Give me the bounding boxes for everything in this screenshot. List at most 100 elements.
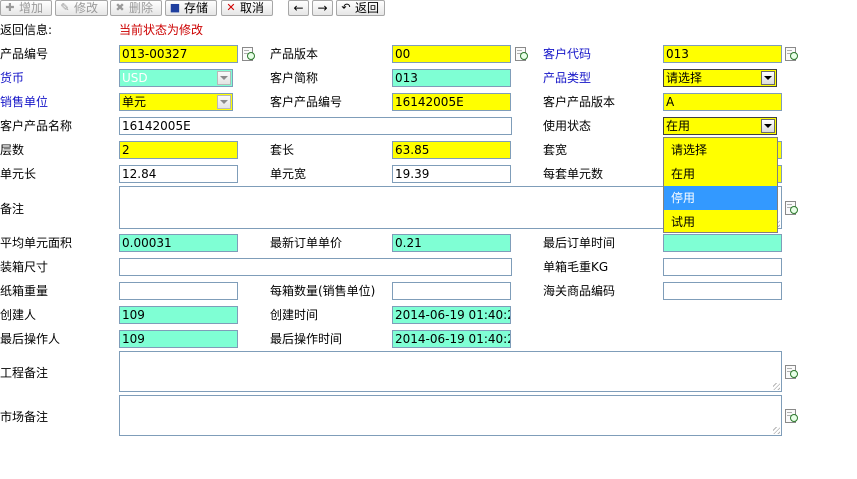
customer-code-field[interactable]: 013 [663, 45, 782, 63]
last-operation-time-field[interactable]: 2014-06-19 01:40:24 [392, 330, 511, 348]
save-button[interactable]: ■ 存储 [165, 0, 217, 16]
lookup-icon[interactable] [514, 47, 528, 61]
market-remarks-label: 市场备注 [0, 410, 49, 424]
lookup-icon[interactable] [784, 47, 798, 61]
customer-short-name-label: 客户简称 [270, 71, 319, 85]
product-type-select[interactable]: 请选择 [663, 69, 777, 87]
unit-width-field[interactable]: 19.39 [392, 165, 511, 183]
customer-code-label: 客户代码 [543, 47, 592, 61]
qty-per-carton-field[interactable] [392, 282, 511, 300]
customs-code-field[interactable] [663, 282, 782, 300]
usage-status-select[interactable]: 在用 [663, 117, 777, 135]
usage-status-label: 使用状态 [543, 119, 592, 133]
delete-button[interactable]: ✖ 删除 [110, 0, 162, 16]
dropdown-option-highlighted[interactable]: 停用 [664, 186, 777, 210]
usage-status-value: 在用 [666, 119, 691, 133]
sales-unit-select[interactable]: 单元 [119, 93, 233, 111]
latest-order-price-label: 最新订单单价 [270, 236, 343, 250]
carton-size-field[interactable] [119, 258, 512, 276]
carton-weight-field[interactable] [119, 282, 238, 300]
product-version-field[interactable]: 00 [392, 45, 511, 63]
chevron-down-icon[interactable] [761, 119, 775, 133]
cancel-button[interactable]: ✕ 取消 [221, 0, 273, 16]
customer-product-code-label: 客户产品编号 [270, 95, 343, 109]
carton-size-label: 装箱尺寸 [0, 260, 49, 274]
return-label: 返回 [355, 1, 380, 15]
right-arrow-icon: → [317, 1, 328, 15]
usage-status-dropdown: 请选择 在用 停用 试用 [663, 137, 778, 233]
carton-gross-weight-label: 单箱毛重KG [543, 260, 609, 274]
last-operation-time-label: 最后操作时间 [270, 332, 343, 346]
avg-unit-area-field[interactable]: 0.00031 [119, 234, 238, 252]
product-version-label: 产品版本 [270, 47, 319, 61]
currency-value: USD [122, 71, 148, 85]
units-per-set-label: 每套单元数 [543, 167, 604, 181]
engineering-remarks-textarea[interactable] [119, 351, 782, 392]
last-order-time-label: 最后订单时间 [543, 236, 616, 250]
product-type-value: 请选择 [666, 71, 703, 85]
market-remarks-textarea[interactable] [119, 395, 782, 436]
chevron-down-icon[interactable] [761, 71, 775, 85]
product-code-label: 产品编号 [0, 47, 49, 61]
sales-unit-label: 销售单位 [0, 95, 49, 109]
layers-label: 层数 [0, 143, 25, 157]
engineering-remarks-label: 工程备注 [0, 366, 49, 380]
undo-icon: ↶ [341, 1, 351, 14]
forward-button[interactable]: → [312, 0, 333, 16]
unit-length-field[interactable]: 12.84 [119, 165, 238, 183]
cancel-label: 取消 [240, 1, 265, 15]
floppy-disk-icon: ■ [169, 1, 181, 14]
set-length-label: 套长 [270, 143, 295, 157]
create-time-label: 创建时间 [270, 308, 319, 322]
edit-button[interactable]: ✎ 修改 [55, 0, 108, 16]
set-length-field[interactable]: 63.85 [392, 141, 511, 159]
customer-short-name-field[interactable]: 013 [392, 69, 511, 87]
unit-width-label: 单元宽 [270, 167, 307, 181]
carton-weight-label: 纸箱重量 [0, 284, 49, 298]
return-info-label: 返回信息: [0, 23, 53, 37]
last-order-time-field[interactable] [663, 234, 782, 252]
create-time-field[interactable]: 2014-06-19 01:40:24 [392, 306, 511, 324]
product-code-field[interactable]: 013-00327 [119, 45, 238, 63]
left-arrow-icon: ← [293, 1, 304, 15]
customer-product-version-field[interactable]: A [663, 93, 782, 111]
lookup-icon[interactable] [784, 365, 798, 379]
lookup-icon[interactable] [241, 47, 255, 61]
avg-unit-area-label: 平均单元面积 [0, 236, 73, 250]
lookup-icon[interactable] [784, 201, 798, 215]
sales-unit-value: 单元 [122, 95, 147, 109]
last-operator-label: 最后操作人 [0, 332, 61, 346]
lookup-icon[interactable] [784, 409, 798, 423]
currency-select[interactable]: USD [119, 69, 233, 87]
add-button[interactable]: ✚ 增加 [0, 0, 52, 16]
dropdown-option[interactable]: 试用 [664, 210, 777, 234]
customer-product-version-label: 客户产品版本 [543, 95, 616, 109]
customer-product-code-field[interactable]: 16142005E [392, 93, 511, 111]
dropdown-option[interactable]: 请选择 [664, 138, 777, 162]
delete-label: 删除 [129, 1, 154, 15]
latest-order-price-field[interactable]: 0.21 [392, 234, 511, 252]
resize-grip-icon[interactable] [773, 383, 780, 390]
customs-code-label: 海关商品编码 [543, 284, 616, 298]
return-button[interactable]: ↶ 返回 [336, 0, 385, 16]
back-button[interactable]: ← [288, 0, 309, 16]
save-label: 存储 [184, 1, 209, 15]
edit-icon: ✎ [60, 1, 70, 14]
add-label: 增加 [19, 1, 44, 15]
customer-product-name-label: 客户产品名称 [0, 119, 73, 133]
layers-field[interactable]: 2 [119, 141, 238, 159]
last-operator-field[interactable]: 109 [119, 330, 238, 348]
qty-per-carton-label: 每箱数量(销售单位) [270, 284, 376, 298]
dropdown-option[interactable]: 在用 [664, 162, 777, 186]
chevron-down-icon[interactable] [217, 95, 231, 109]
remarks-label: 备注 [0, 202, 25, 216]
currency-label: 货币 [0, 71, 25, 85]
creator-label: 创建人 [0, 308, 37, 322]
resize-grip-icon[interactable] [773, 427, 780, 434]
x-icon: ✖ [115, 1, 125, 14]
creator-field[interactable]: 109 [119, 306, 238, 324]
product-type-label: 产品类型 [543, 71, 592, 85]
customer-product-name-field[interactable]: 16142005E [119, 117, 512, 135]
chevron-down-icon[interactable] [217, 71, 231, 85]
carton-gross-weight-field[interactable] [663, 258, 782, 276]
